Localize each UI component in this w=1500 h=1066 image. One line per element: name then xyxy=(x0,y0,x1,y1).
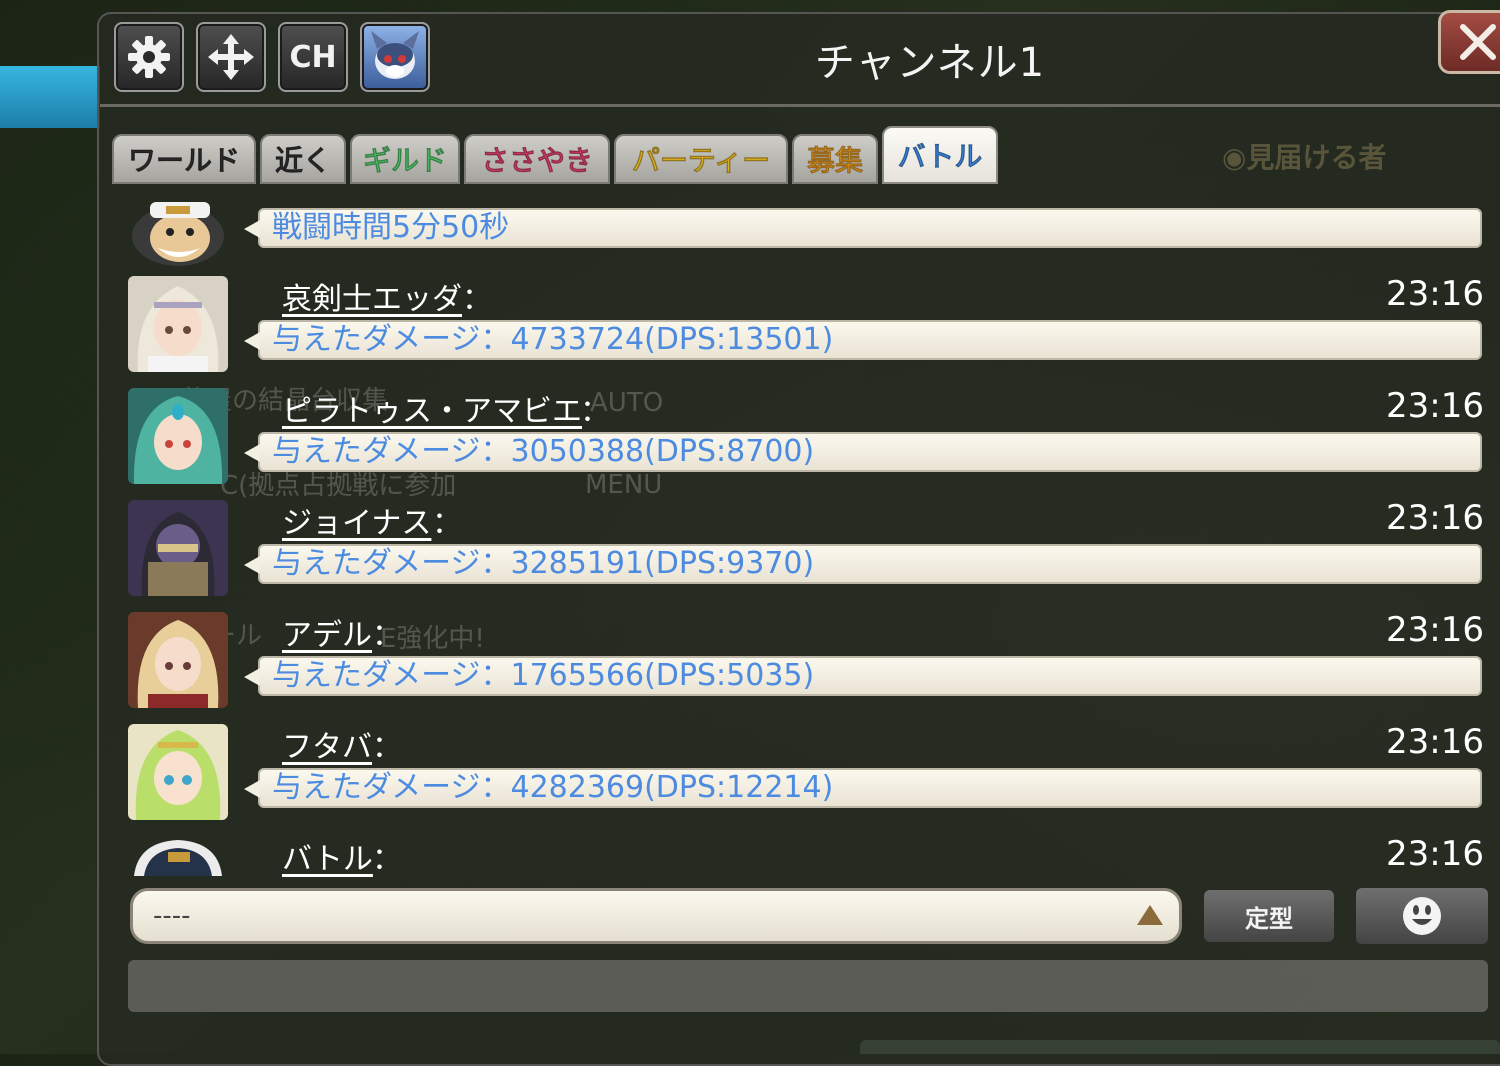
message-timestamp: 23:16 xyxy=(1386,274,1484,314)
name-colon: ： xyxy=(580,394,610,429)
teal-hair-girl-avatar xyxy=(128,388,228,484)
bubble-tail xyxy=(244,668,260,686)
chat-input[interactable]: ---- xyxy=(130,888,1182,944)
channel-label: CH xyxy=(289,39,337,75)
tab-party[interactable]: パーティー xyxy=(614,134,788,184)
damage-message: 与えたダメージ：4733724(DPS:13501) xyxy=(244,320,1482,360)
tab-nearby[interactable]: 近く xyxy=(260,134,346,184)
tab-label: ギルド xyxy=(362,144,448,178)
tab-label: バトル xyxy=(897,140,983,174)
avatar[interactable] xyxy=(128,276,228,372)
message-timestamp: 23:16 xyxy=(1386,386,1484,426)
damage-message: 与えたダメージ：1765566(DPS:5035) xyxy=(244,656,1482,696)
emoji-button[interactable] xyxy=(1356,888,1488,944)
chat-log-preview-bar xyxy=(128,960,1488,1012)
damage-message: 与えたダメージ：3285191(DPS:9370) xyxy=(244,544,1482,584)
header-divider xyxy=(100,104,1500,107)
name-colon: ： xyxy=(432,506,462,541)
green-hair-girl-avatar xyxy=(128,724,228,820)
gear-icon xyxy=(128,36,170,78)
bubble-tail xyxy=(244,780,260,798)
message-text: 与えたダメージ：4282369(DPS:12214) xyxy=(272,770,834,805)
armored-knight-avatar xyxy=(128,500,228,596)
message-text: 戦闘時間5分50秒 xyxy=(272,210,510,245)
channel-title: チャンネル1 xyxy=(814,40,1046,86)
chat-input-value: ---- xyxy=(153,901,191,931)
player-name-text: フタバ xyxy=(282,730,372,765)
message-timestamp: 23:16 xyxy=(1386,498,1484,538)
avatar[interactable] xyxy=(128,724,228,820)
tab-world[interactable]: ワールド xyxy=(112,134,256,184)
avatar[interactable] xyxy=(128,196,228,266)
player-name[interactable]: ジョイナス xyxy=(282,498,431,542)
message-text: 与えたダメージ：4733724(DPS:13501) xyxy=(272,322,834,357)
white-hair-girl-avatar xyxy=(128,276,228,372)
tab-label: ワールド xyxy=(127,144,241,178)
background-blue-bar xyxy=(0,66,100,128)
message-text: 与えたダメージ：1765566(DPS:5035) xyxy=(272,658,815,693)
message-timestamp: 23:16 xyxy=(1386,610,1484,650)
template-button[interactable]: 定型 xyxy=(1204,890,1334,942)
bubble-tail xyxy=(244,220,260,238)
avatar[interactable] xyxy=(128,836,228,876)
tab-label: ささやき xyxy=(480,144,594,178)
profile-avatar-button[interactable] xyxy=(360,22,430,92)
player-name[interactable]: ピラトゥス・アマビエ xyxy=(282,386,582,430)
move-arrows-icon xyxy=(208,34,254,80)
smiley-face-icon xyxy=(1403,897,1441,935)
message-text: 与えたダメージ：3050388(DPS:8700) xyxy=(272,434,815,469)
close-button[interactable] xyxy=(1438,10,1500,74)
battle-time-message: 戦闘時間5分50秒 xyxy=(244,208,1482,248)
damage-message: 与えたダメージ：4282369(DPS:12214) xyxy=(244,768,1482,808)
blonde-girl-avatar xyxy=(128,612,228,708)
player-name-text: アデル xyxy=(282,618,372,653)
mascot-avatar-icon xyxy=(371,31,419,79)
tab-label: 近く xyxy=(274,144,332,178)
tab-label: パーティー xyxy=(631,144,771,178)
avatar[interactable] xyxy=(128,500,228,596)
name-colon: ： xyxy=(462,282,492,317)
avatar[interactable] xyxy=(128,388,228,484)
location-pin-icon: ◉ xyxy=(1222,141,1247,174)
name-colon: ： xyxy=(372,842,402,877)
player-name[interactable]: 哀剣士エッダ xyxy=(282,274,462,318)
player-name-text: バトル xyxy=(282,842,373,877)
player-name-text: ピラトゥス・アマビエ xyxy=(282,394,582,429)
close-x-icon xyxy=(1460,24,1496,60)
tab-recruit[interactable]: 募集 xyxy=(792,134,878,184)
message-text: 与えたダメージ：3285191(DPS:9370) xyxy=(272,546,815,581)
damage-message: 与えたダメージ：3050388(DPS:8700) xyxy=(244,432,1482,472)
watcher-label: ◉見届ける者 xyxy=(1222,136,1386,176)
player-name[interactable]: フタバ xyxy=(282,722,372,766)
tab-guild[interactable]: ギルド xyxy=(350,134,460,184)
bubble-tail xyxy=(244,332,260,350)
player-name[interactable]: バトル xyxy=(282,834,373,878)
message-timestamp: 23:16 xyxy=(1386,834,1484,874)
avatar[interactable] xyxy=(128,612,228,708)
triangle-up-icon[interactable] xyxy=(1137,905,1163,925)
settings-button[interactable] xyxy=(114,22,184,92)
template-button-label: 定型 xyxy=(1245,904,1293,933)
bubble-tail xyxy=(244,444,260,462)
captain-hat-avatar xyxy=(134,840,222,876)
bubble-tail xyxy=(244,556,260,574)
move-button[interactable] xyxy=(196,22,266,92)
captain-avatar xyxy=(132,202,224,266)
tab-whisper[interactable]: ささやき xyxy=(464,134,610,184)
player-name[interactable]: アデル xyxy=(282,610,372,654)
message-timestamp: 23:16 xyxy=(1386,722,1484,762)
background-ghost-text: MENU xyxy=(585,470,663,500)
player-name-text: 哀剣士エッダ xyxy=(282,282,462,317)
name-colon: ： xyxy=(372,618,402,653)
tab-label: 募集 xyxy=(806,144,864,178)
name-colon: ： xyxy=(372,730,402,765)
player-name-text: ジョイナス xyxy=(282,506,432,541)
channel-button[interactable]: CH xyxy=(278,22,348,92)
watcher-text: 見届ける者 xyxy=(1246,141,1387,174)
tab-battle[interactable]: バトル xyxy=(882,126,998,184)
